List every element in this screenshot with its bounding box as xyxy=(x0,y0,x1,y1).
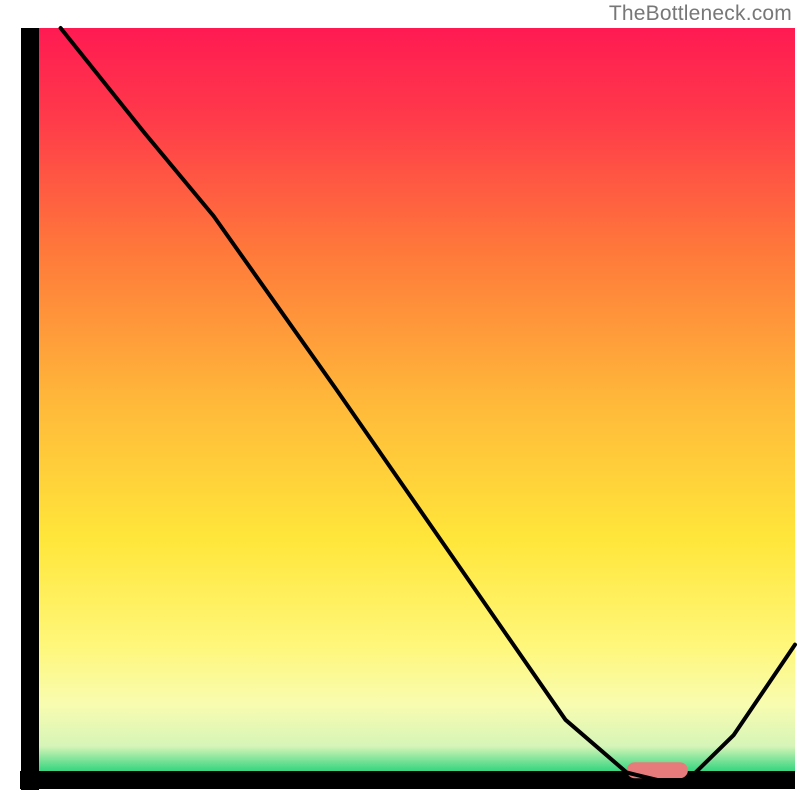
plot-area xyxy=(30,28,795,780)
watermark-text: TheBottleneck.com xyxy=(609,2,792,26)
chart-svg xyxy=(0,0,800,800)
bottleneck-chart xyxy=(0,0,800,800)
